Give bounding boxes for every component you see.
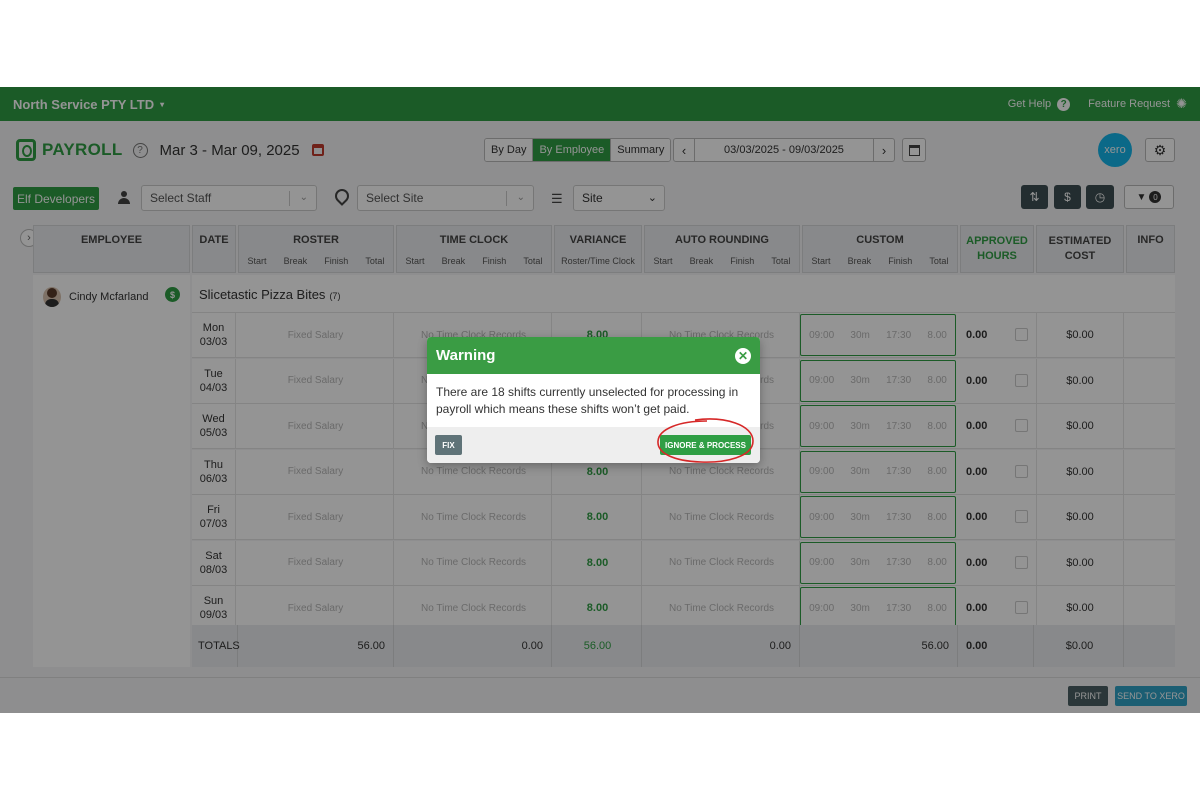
highlight-circle-annotation — [657, 418, 754, 463]
close-icon[interactable]: ✕ — [735, 347, 751, 364]
fix-button[interactable]: FIX — [435, 435, 462, 455]
app-window: North Service PTY LTD ▾ Get Help ? Featu… — [0, 87, 1200, 713]
dialog-header: Warning ✕ — [427, 337, 760, 374]
dialog-title: Warning — [436, 347, 496, 364]
